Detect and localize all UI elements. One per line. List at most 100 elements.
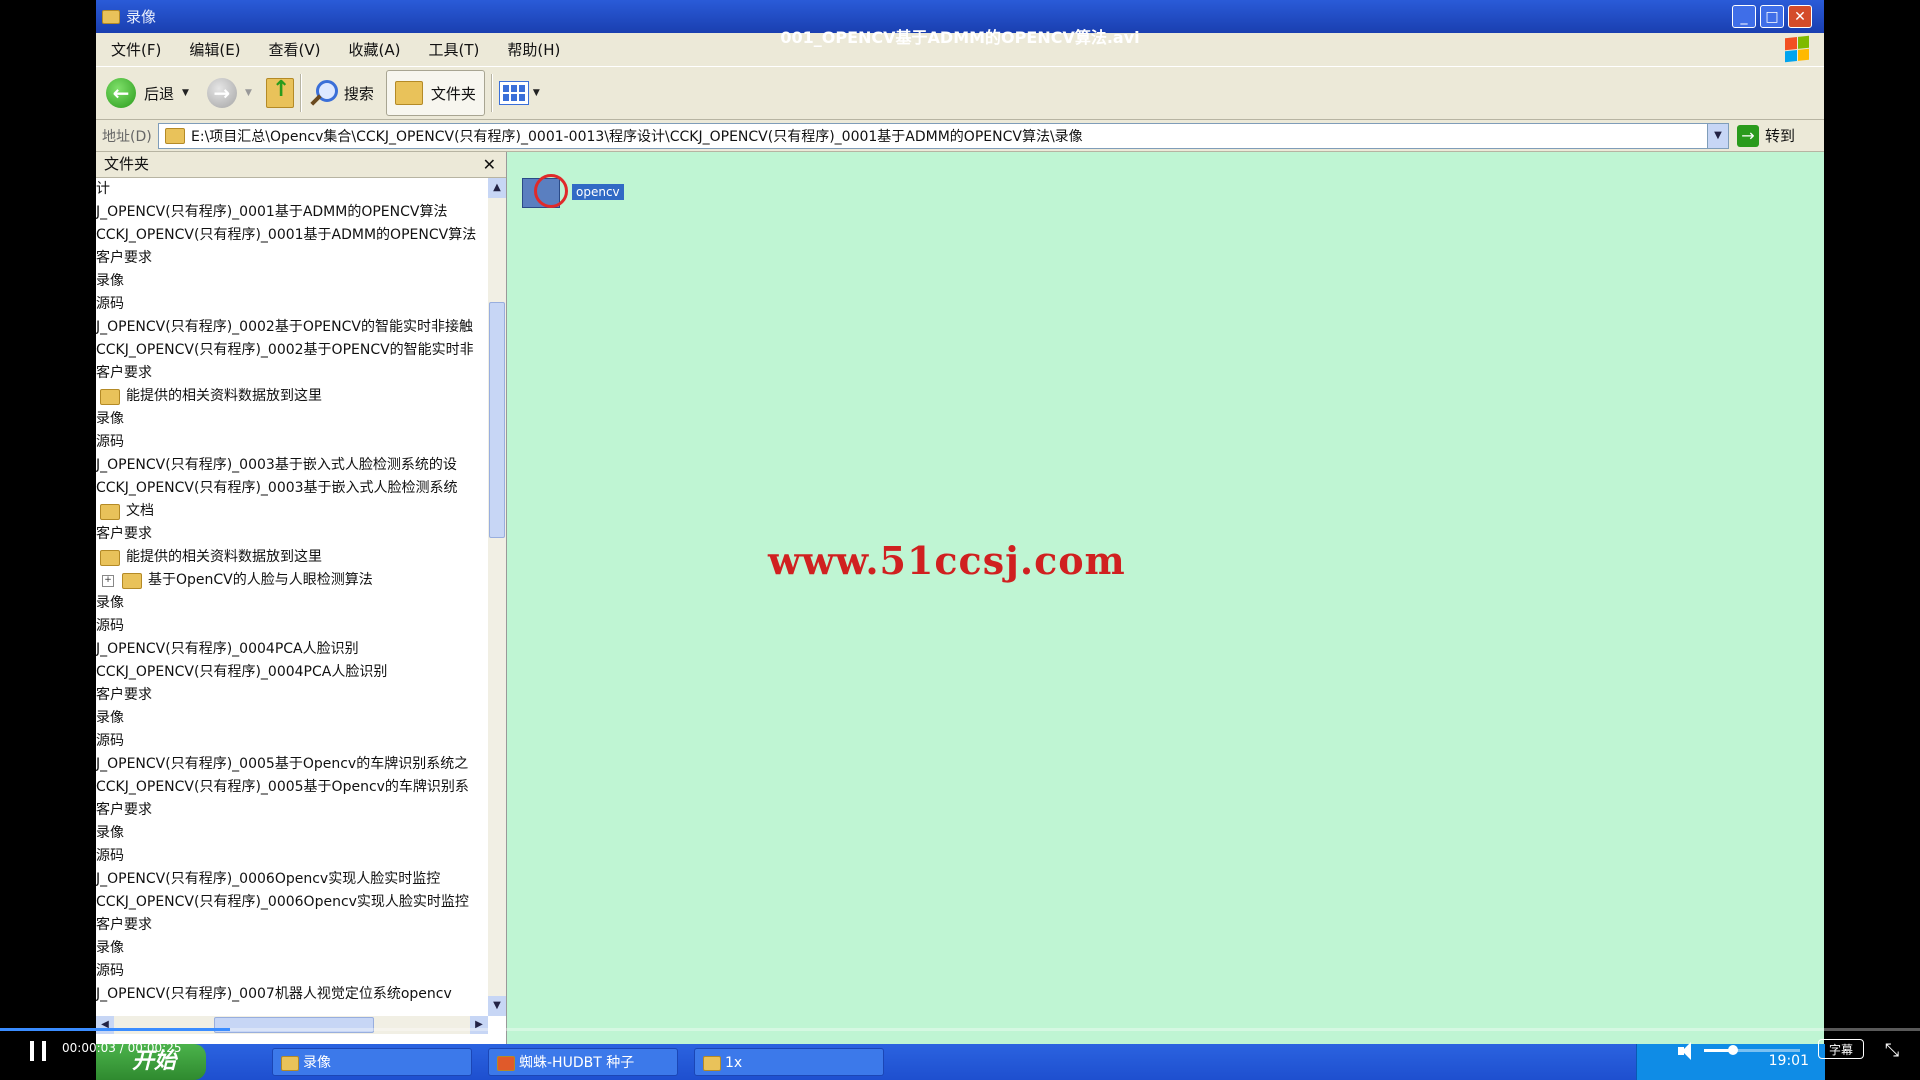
- address-label: 地址(D): [102, 128, 152, 145]
- pane-close-icon[interactable]: ✕: [483, 152, 496, 177]
- tree-item-label: CCKJ_OPENCV(只有程序)_0006Opencv实现人脸实时监控: [96, 894, 469, 910]
- watermark-text: www.51ccsj.com: [768, 538, 1126, 583]
- tree-item-label: 文档: [126, 503, 154, 519]
- tree-item[interactable]: 客户要求: [96, 914, 486, 937]
- tree-item[interactable]: CCKJ_OPENCV(只有程序)_0002基于OPENCV的智能实时非: [96, 339, 486, 362]
- folder-icon: [100, 549, 120, 566]
- tree-item[interactable]: CCKJ_OPENCV(只有程序)_0005基于Opencv的车牌识别系: [96, 776, 486, 799]
- tree-item[interactable]: CCKJ_OPENCV(只有程序)_0003基于嵌入式人脸检测系统: [96, 477, 486, 500]
- tree-item-label: 源码: [96, 296, 124, 312]
- tree-item-label: 源码: [96, 618, 124, 634]
- tree-item[interactable]: 录像: [96, 592, 486, 615]
- folder-tree: 计 J_OPENCV(只有程序)_0001基于ADMM的OPENCV算法 CCKJ_…: [96, 178, 486, 1016]
- tree-item[interactable]: 客户要求: [96, 523, 486, 546]
- file-item[interactable]: opencv: [520, 172, 624, 212]
- tree-item-label: J_OPENCV(只有程序)_0005基于Opencv的车牌识别系统之: [96, 756, 469, 772]
- tree-item[interactable]: + 基于OpenCV的人脸与人眼检测算法: [96, 569, 486, 592]
- scroll-thumb[interactable]: [489, 302, 505, 538]
- video-title: 001_OPENCV基于ADMM的OPENCV算法.avi: [780, 28, 1140, 47]
- tree-item[interactable]: CCKJ_OPENCV(只有程序)_0001基于ADMM的OPENCV算法: [96, 224, 486, 247]
- tree-item[interactable]: 文档: [96, 500, 486, 523]
- tree-item[interactable]: J_OPENCV(只有程序)_0001基于ADMM的OPENCV算法: [96, 201, 486, 224]
- progress-bar[interactable]: [0, 1028, 1920, 1031]
- exit-fullscreen-icon[interactable]: ⤡: [1882, 1041, 1902, 1061]
- tree-item-label: J_OPENCV(只有程序)_0001基于ADMM的OPENCV算法: [96, 204, 448, 220]
- tree-item-label: 源码: [96, 434, 124, 450]
- tree-item[interactable]: CCKJ_OPENCV(只有程序)_0006Opencv实现人脸实时监控: [96, 891, 486, 914]
- tree-vertical-scrollbar[interactable]: ▲ ▼: [488, 178, 506, 1016]
- tree-item[interactable]: 计: [96, 178, 486, 201]
- back-arrow-icon: ←: [106, 78, 136, 108]
- tree-item[interactable]: J_OPENCV(只有程序)_0006Opencv实现人脸实时监控: [96, 868, 486, 891]
- folders-pane-title: 文件夹: [104, 155, 150, 173]
- tree-item[interactable]: 录像: [96, 822, 486, 845]
- tree-item[interactable]: CCKJ_OPENCV(只有程序)_0004PCA人脸识别: [96, 661, 486, 684]
- go-button[interactable]: → 转到: [1737, 124, 1795, 147]
- tree-item-label: 客户要求: [96, 687, 152, 703]
- back-button[interactable]: ← 后退 ▼: [96, 71, 189, 115]
- tree-item[interactable]: J_OPENCV(只有程序)_0004PCA人脸识别: [96, 638, 486, 661]
- folders-pane-header: 文件夹 ✕: [96, 152, 506, 178]
- folders-button[interactable]: 文件夹: [385, 70, 485, 116]
- tree-item[interactable]: J_OPENCV(只有程序)_0005基于Opencv的车牌识别系统之: [96, 753, 486, 776]
- search-button[interactable]: 搜索: [308, 71, 374, 115]
- subtitles-button[interactable]: 字幕: [1818, 1039, 1864, 1059]
- tree-item[interactable]: J_OPENCV(只有程序)_0007机器人视觉定位系统opencv: [96, 983, 486, 1006]
- tree-item-label: 客户要求: [96, 917, 152, 933]
- tree-item[interactable]: 能提供的相关资料数据放到这里: [96, 546, 486, 569]
- views-icon: [498, 81, 529, 105]
- scroll-up-icon[interactable]: ▲: [488, 178, 506, 198]
- progress-fill: [0, 1028, 231, 1031]
- tree-item-label: 源码: [96, 963, 124, 979]
- address-input[interactable]: E:\项目汇总\Opencv集合\CCKJ_OPENCV(只有程序)_0001-…: [158, 122, 1729, 149]
- tree-item[interactable]: 能提供的相关资料数据放到这里: [96, 385, 486, 408]
- tree-item[interactable]: 客户要求: [96, 247, 486, 270]
- volume-icon[interactable]: [1676, 1040, 1698, 1062]
- file-name: opencv: [572, 184, 624, 200]
- tree-item[interactable]: 录像: [96, 408, 486, 431]
- address-bar: 地址(D) E:\项目汇总\Opencv集合\CCKJ_OPENCV(只有程序)…: [96, 120, 1824, 152]
- tree-item-label: 录像: [96, 710, 124, 726]
- tree-item-label: 基于OpenCV的人脸与人眼检测算法: [148, 572, 373, 588]
- tree-item-label: 客户要求: [96, 365, 152, 381]
- up-folder-icon: [265, 77, 294, 108]
- forward-dropdown-icon[interactable]: ▼: [245, 88, 252, 98]
- volume-slider[interactable]: [1704, 1045, 1800, 1055]
- tree-item[interactable]: 源码: [96, 730, 486, 753]
- tree-item[interactable]: 源码: [96, 845, 486, 868]
- tree-item-label: J_OPENCV(只有程序)_0007机器人视觉定位系统opencv: [96, 986, 452, 1002]
- tree-item-label: 能提供的相关资料数据放到这里: [126, 388, 322, 404]
- forward-arrow-icon: →: [206, 78, 237, 108]
- tree-item-label: 客户要求: [96, 250, 152, 266]
- up-folder-button[interactable]: [265, 71, 294, 115]
- duration: 00:00:25: [127, 1041, 182, 1055]
- tree-item[interactable]: 客户要求: [96, 362, 486, 385]
- tree-item[interactable]: 源码: [96, 431, 486, 454]
- views-button[interactable]: ▼: [498, 71, 540, 115]
- tree-item[interactable]: 客户要求: [96, 684, 486, 707]
- tree-item[interactable]: 源码: [96, 293, 486, 316]
- pause-icon[interactable]: [28, 1041, 48, 1061]
- forward-button[interactable]: → ▼: [206, 71, 252, 115]
- tree-item[interactable]: 录像: [96, 707, 486, 730]
- tree-item[interactable]: J_OPENCV(只有程序)_0003基于嵌入式人脸检测系统的设: [96, 454, 486, 477]
- tree-item[interactable]: 源码: [96, 615, 486, 638]
- search-label: 搜索: [343, 84, 374, 103]
- back-dropdown-icon[interactable]: ▼: [182, 88, 189, 98]
- expand-icon[interactable]: +: [102, 574, 114, 587]
- tree-item-label: 计: [96, 181, 110, 197]
- tree-item-label: J_OPENCV(只有程序)_0002基于OPENCV的智能实时非接触: [96, 319, 473, 335]
- tree-item[interactable]: 客户要求: [96, 799, 486, 822]
- tree-item[interactable]: 录像: [96, 937, 486, 960]
- volume-knob[interactable]: [1727, 1045, 1738, 1055]
- scroll-down-icon[interactable]: ▼: [488, 996, 506, 1016]
- tree-item-label: 能提供的相关资料数据放到这里: [126, 549, 322, 565]
- toolbar-separator: [299, 74, 302, 112]
- address-dropdown-icon[interactable]: ▼: [1707, 123, 1728, 148]
- tree-item[interactable]: 录像: [96, 270, 486, 293]
- tree-item-label: 源码: [96, 733, 124, 749]
- tree-item[interactable]: J_OPENCV(只有程序)_0002基于OPENCV的智能实时非接触: [96, 316, 486, 339]
- tree-item-label: J_OPENCV(只有程序)_0004PCA人脸识别: [96, 641, 359, 657]
- tree-item[interactable]: 源码: [96, 960, 486, 983]
- tree-item-label: 客户要求: [96, 802, 152, 818]
